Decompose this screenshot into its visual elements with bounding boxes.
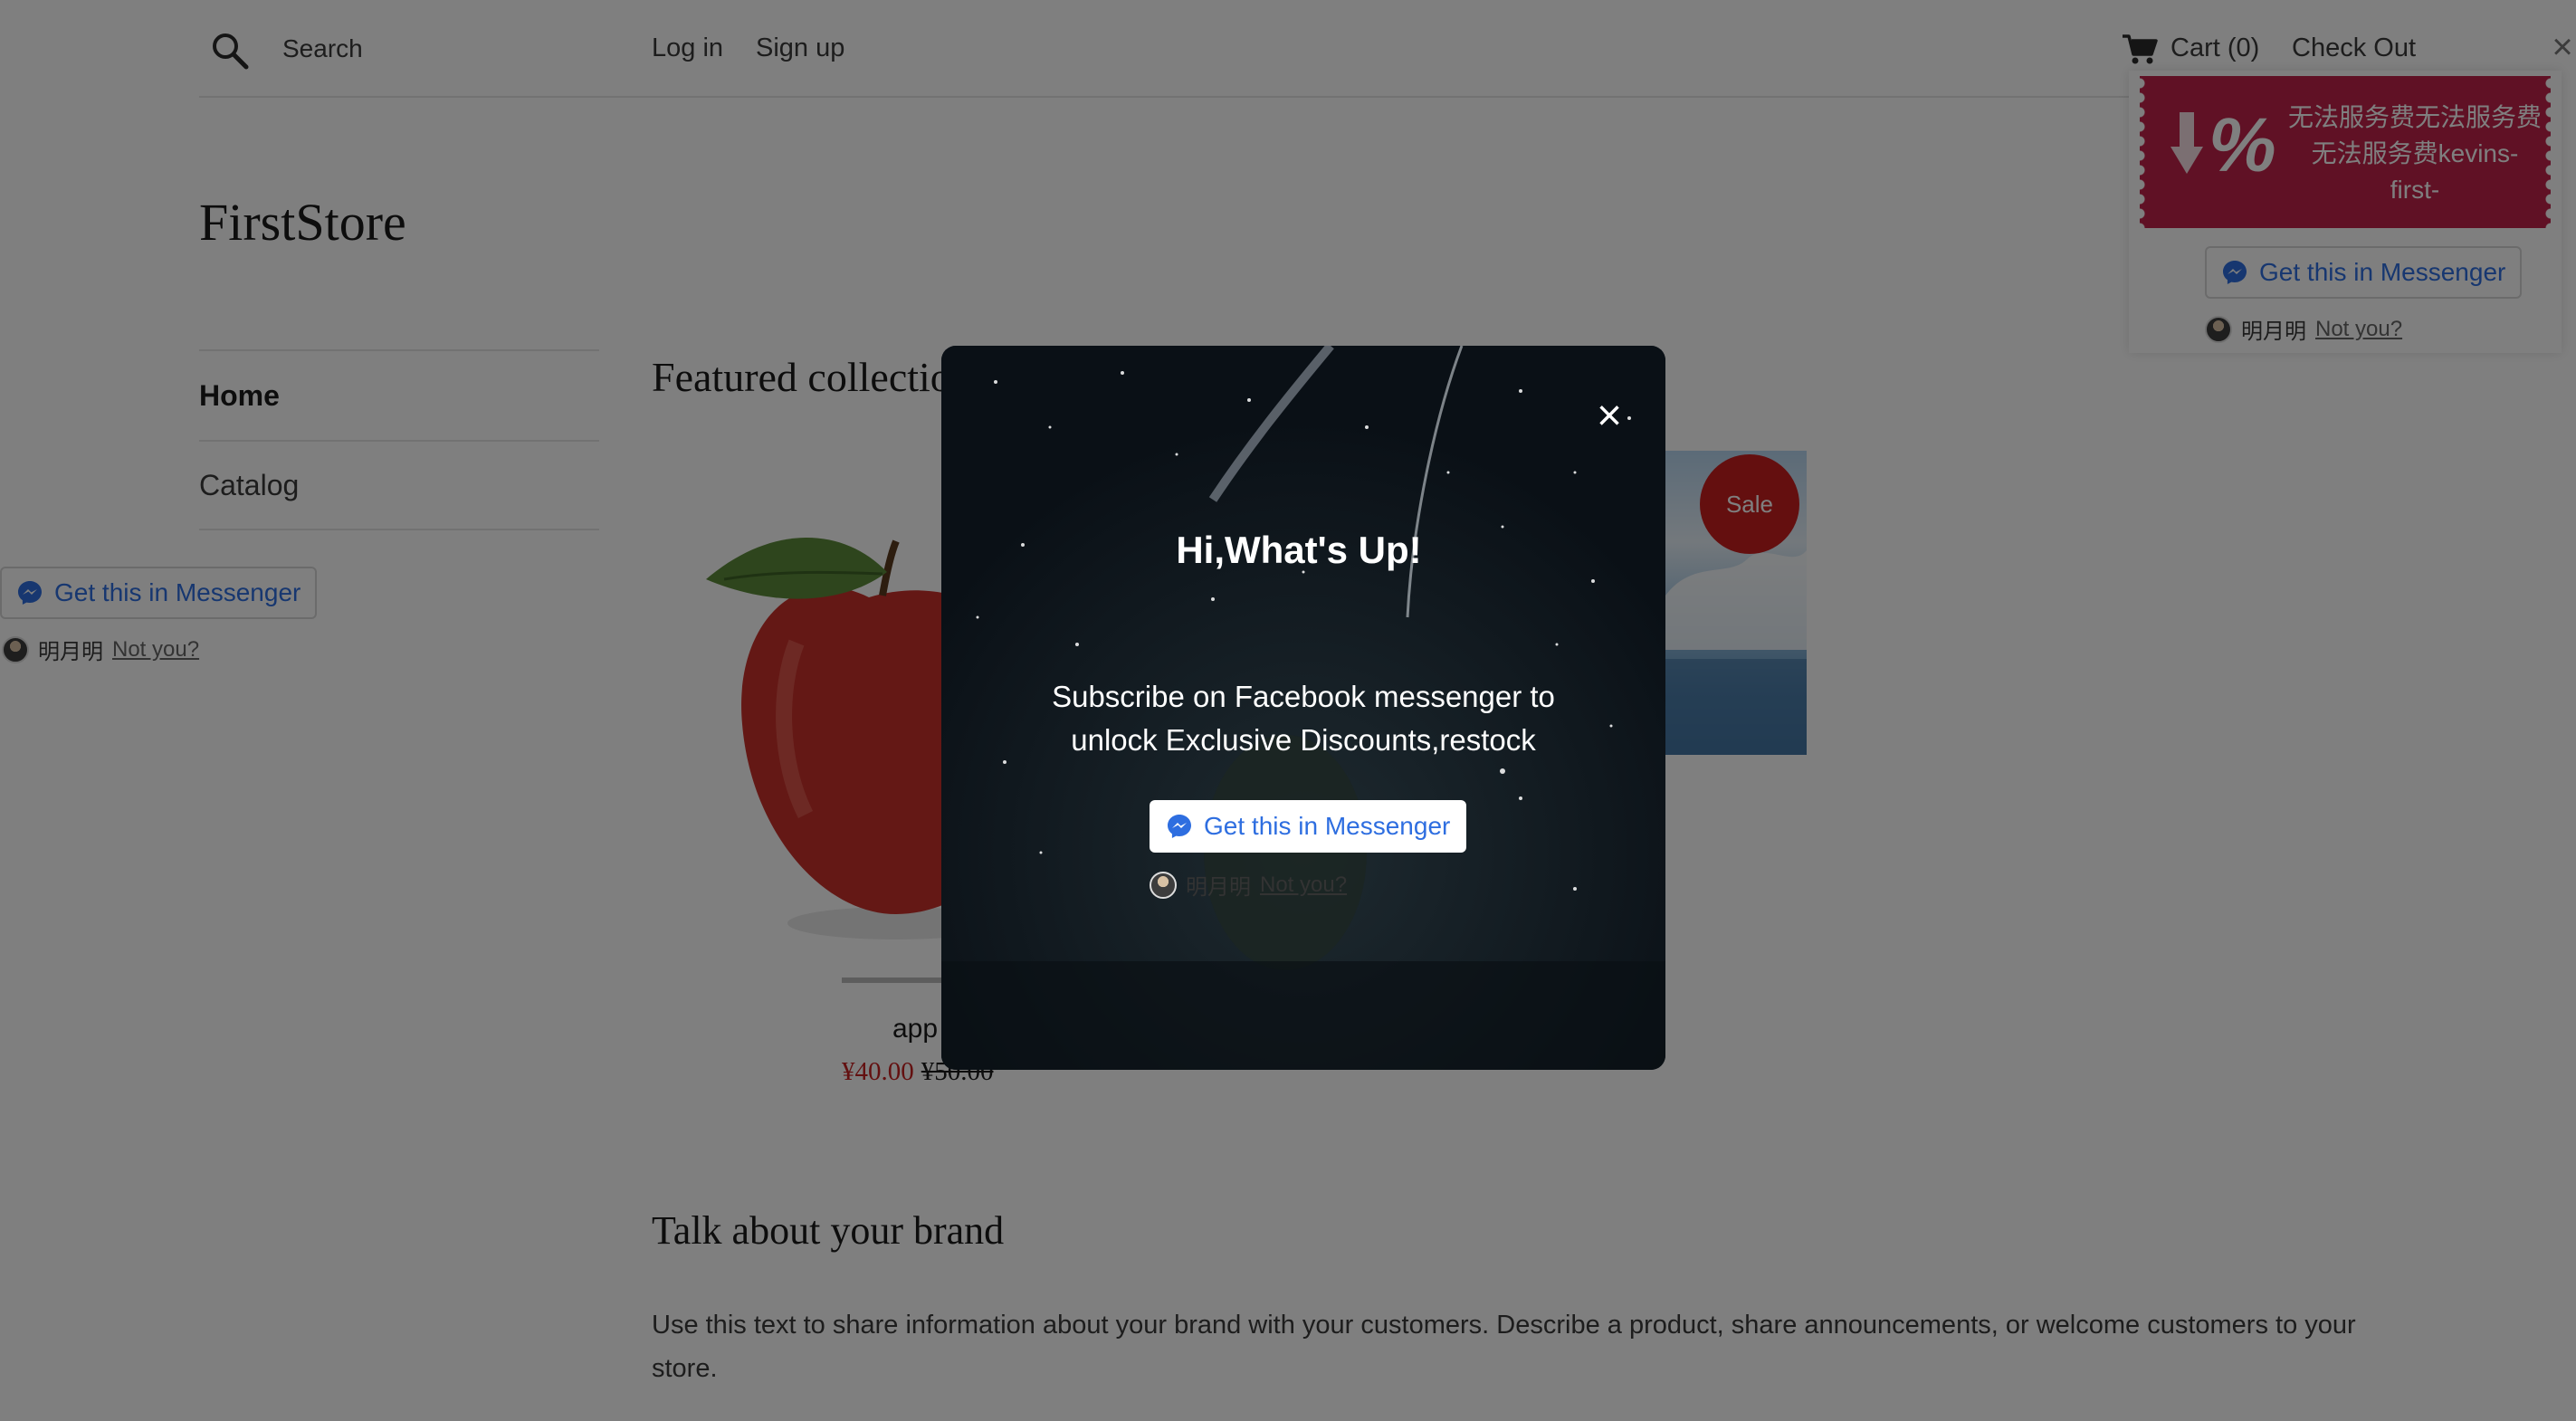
close-icon[interactable]: × [1586, 393, 1633, 440]
modal-not-you-link[interactable]: Not you? [1260, 873, 1347, 898]
avatar [1150, 871, 1177, 899]
store-page: Search Log in Sign up Cart (0) Check Out… [0, 0, 2576, 1421]
subscribe-modal: × Hi,What's Up! Subscribe on Facebook me… [941, 346, 1665, 1070]
modal-description: Subscribe on Facebook messenger to unloc… [1052, 680, 1555, 757]
user-name: 明月明 [1186, 875, 1251, 900]
modal-messenger-label: Get this in Messenger [1204, 812, 1451, 840]
modal-messenger-button[interactable]: Get this in Messenger [1150, 800, 1467, 853]
modal-user-line: 明月明 Not you? [1150, 869, 1347, 901]
modal-title: Hi,What's Up! [1176, 529, 1422, 571]
messenger-icon [1168, 815, 1191, 838]
